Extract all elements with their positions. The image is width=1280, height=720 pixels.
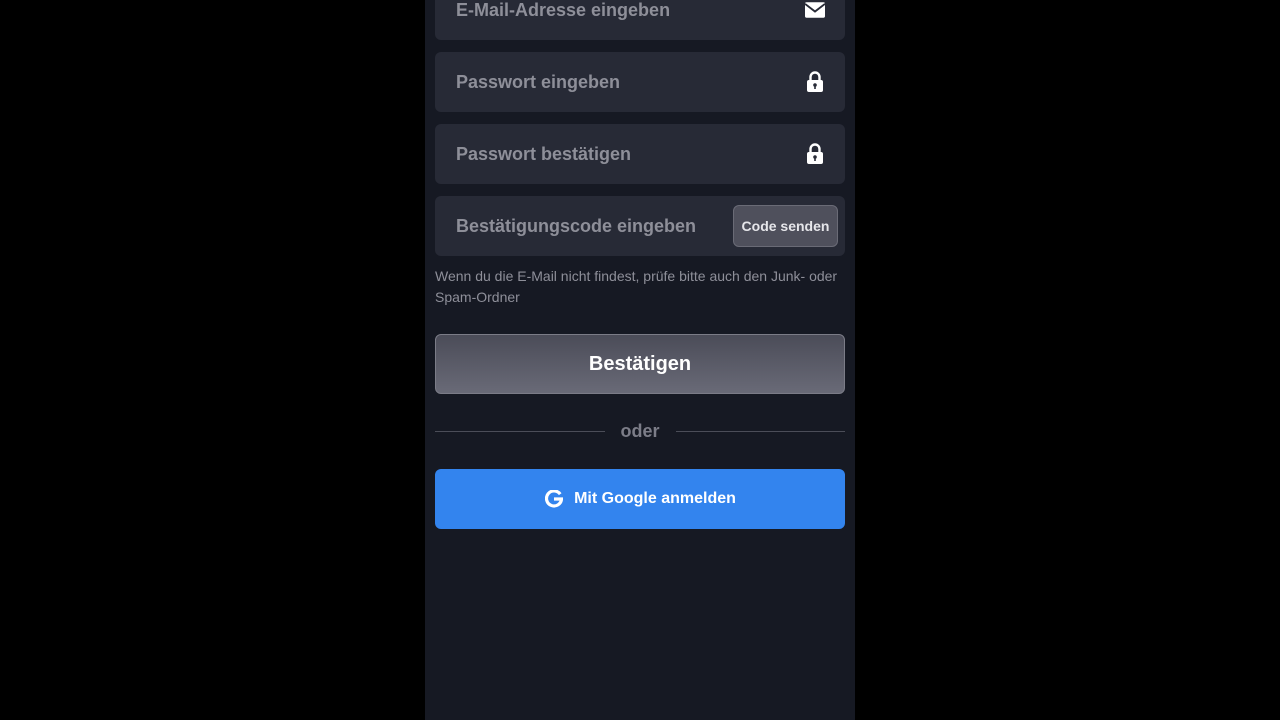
verification-code-placeholder: Bestätigungscode eingeben [456, 216, 697, 236]
lock-icon [805, 143, 825, 164]
google-signin-button[interactable]: Mit Google anmelden [435, 469, 845, 529]
password-confirm-field[interactable]: Passwort bestätigen [435, 124, 845, 184]
spam-folder-hint: Wenn du die E-Mail nicht findest, prüfe … [435, 268, 838, 305]
lock-icon [805, 71, 825, 92]
divider-line-right [676, 431, 845, 432]
divider-text: oder [620, 421, 660, 441]
google-icon [544, 489, 564, 509]
password-placeholder: Passwort eingeben [456, 72, 621, 92]
envelope-icon [805, 0, 825, 20]
email-placeholder: E-Mail-Adresse eingeben [456, 0, 671, 20]
divider-line-left [435, 431, 605, 432]
google-signin-label: Mit Google anmelden [574, 490, 736, 507]
send-code-button[interactable]: Code senden [733, 205, 838, 247]
password-field[interactable]: Passwort eingeben [435, 52, 845, 112]
signup-panel: E-Mail-Adresse eingeben Passwort eingebe… [425, 0, 855, 720]
password-confirm-placeholder: Passwort bestätigen [456, 144, 632, 164]
verification-code-field[interactable]: Bestätigungscode eingeben Code senden [435, 196, 845, 256]
confirm-button[interactable]: Bestätigen [435, 334, 845, 394]
email-field[interactable]: E-Mail-Adresse eingeben [435, 0, 845, 40]
